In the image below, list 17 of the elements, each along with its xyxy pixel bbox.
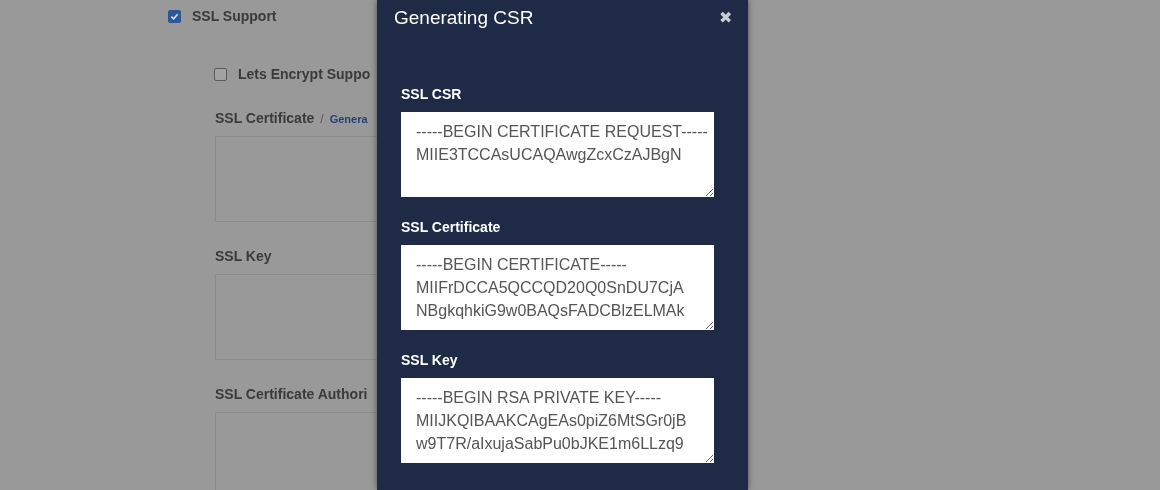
- field-label: SSL Certificate Authori: [215, 386, 368, 402]
- checkbox[interactable]: [168, 9, 181, 23]
- checkbox-label: SSL Support: [192, 8, 277, 24]
- checkbox[interactable]: [214, 67, 227, 81]
- modal-title: Generating CSR: [394, 7, 534, 29]
- field-label: SSL CSR: [401, 86, 463, 102]
- close-button[interactable]: ✖: [719, 10, 732, 26]
- textarea-field[interactable]: -----BEGIN RSA PRIVATE KEY----- MIIJKQIBAAKCAgEAs0piZ6MtSGr0jB w9T7R/aIxujaSabPu0bJKE1m6LLzq9: [401, 378, 714, 463]
- generate-link[interactable]: Genera: [329, 113, 368, 125]
- field-label: SSL Certificate: [401, 219, 502, 235]
- textarea-field[interactable]: -----BEGIN CERTIFICATE----- MIIFrDCCA5QCCQD20Q0SnDU7CjA NBgkqhkiG9w0BAQsFADCBlzELMAk: [401, 245, 714, 330]
- separator: /: [320, 112, 324, 126]
- textarea-field[interactable]: -----BEGIN CERTIFICATE REQUEST----- MIIE3TCCAsUCAQAwgZcxCzAJBgN: [401, 112, 714, 197]
- field-label: SSL Key: [215, 248, 272, 264]
- field-label: SSL Certificate: [215, 110, 315, 126]
- field-label: SSL Key: [401, 352, 459, 368]
- checkbox-label: Lets Encrypt Suppo: [238, 66, 371, 82]
